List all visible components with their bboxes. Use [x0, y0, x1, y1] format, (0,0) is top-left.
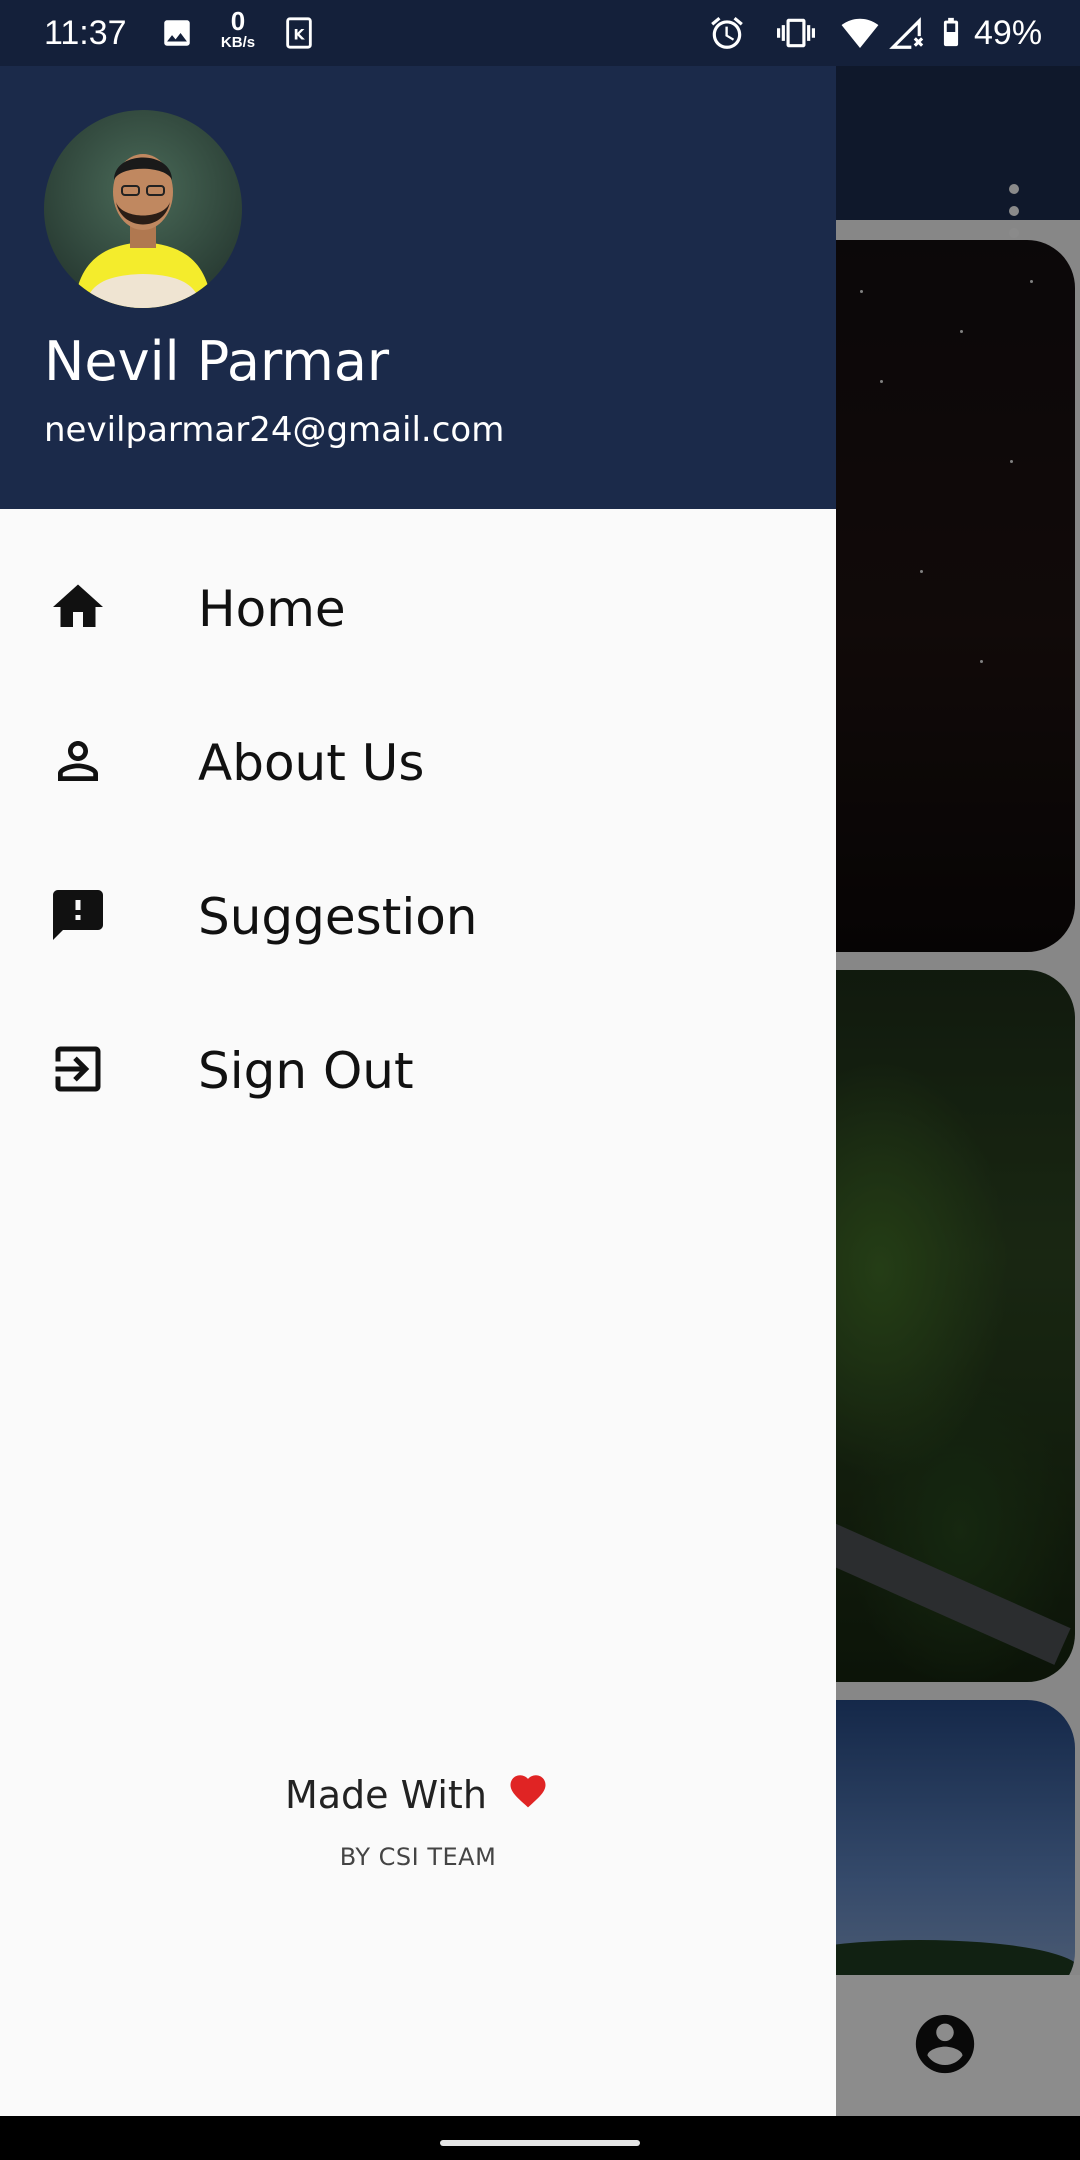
- battery-percent: 49%: [974, 14, 1043, 52]
- vibrate-icon: [777, 18, 815, 48]
- credit-text: BY CSI TEAM: [339, 1843, 497, 1871]
- menu-item-suggestion[interactable]: Suggestion: [0, 838, 836, 992]
- made-with-text: Made With: [284, 1773, 487, 1817]
- data-speed-unit: KB/s: [220, 34, 256, 51]
- home-icon: [53, 584, 103, 627]
- profile-photo: [74, 154, 212, 308]
- menu-label-home: Home: [198, 580, 346, 638]
- person-icon: [58, 741, 98, 781]
- user-name: Nevil Parmar: [44, 330, 390, 393]
- system-nav-bar: [0, 2116, 1080, 2160]
- menu-label-about-us: About Us: [198, 734, 425, 792]
- exit-icon: [55, 1046, 101, 1092]
- data-speed-indicator: 0 KB/s: [216, 8, 260, 52]
- drawer-menu: Home About Us Suggestion Sign Out: [0, 530, 836, 1146]
- menu-item-about-us[interactable]: About Us: [0, 684, 836, 838]
- signal-no-data-icon: [889, 17, 924, 49]
- battery-icon: [943, 17, 959, 47]
- svg-text:K: K: [294, 27, 306, 43]
- navigation-drawer: Nevil Parmar nevilparmar24@gmail.com Hom…: [0, 0, 836, 2116]
- wifi-icon: [841, 18, 879, 49]
- feedback-icon: [53, 890, 103, 940]
- keyboard-icon: K: [286, 17, 312, 49]
- drawer-footer: Made With BY CSI TEAM: [0, 1770, 836, 1871]
- avatar[interactable]: [44, 110, 242, 308]
- menu-label-suggestion: Suggestion: [198, 888, 478, 946]
- drawer-header: Nevil Parmar nevilparmar24@gmail.com: [0, 66, 836, 509]
- made-with-line: Made With: [0, 1770, 836, 1817]
- menu-label-sign-out: Sign Out: [198, 1042, 414, 1100]
- status-time: 11:37: [44, 14, 127, 52]
- menu-item-sign-out[interactable]: Sign Out: [0, 992, 836, 1146]
- user-email: nevilparmar24@gmail.com: [44, 410, 505, 450]
- gesture-handle[interactable]: [440, 2140, 640, 2146]
- heart-icon: [510, 1775, 546, 1808]
- data-speed-value: 0: [230, 6, 246, 36]
- image-icon: [164, 20, 190, 46]
- menu-item-home[interactable]: Home: [0, 530, 836, 684]
- alarm-icon: [711, 16, 743, 49]
- status-bar: 11:37 0 KB/s K 49%: [0, 0, 1080, 66]
